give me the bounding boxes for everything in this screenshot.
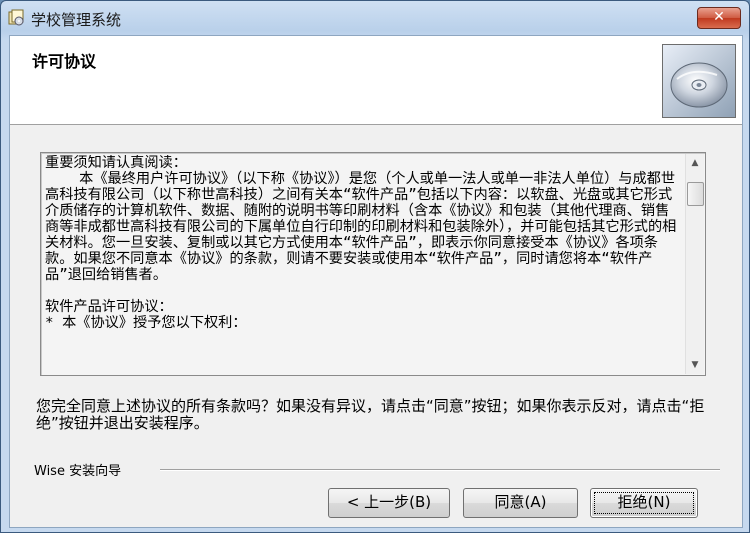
window-title: 学校管理系统 <box>31 11 122 29</box>
scroll-thumb[interactable] <box>687 182 704 206</box>
back-button[interactable]: < 上一步(B) <box>328 488 450 518</box>
reject-button[interactable]: 拒绝(N) <box>590 488 698 518</box>
back-button-label: < 上一步(B) <box>346 493 432 511</box>
dialog-body: 许可协议 重要须知请认真阅读： 本《最终用户许可协议》（以下称《协议》）是您（个… <box>9 35 743 528</box>
agree-button[interactable]: 同意(A) <box>463 488 578 518</box>
agree-button-label: 同意(A) <box>494 493 547 511</box>
license-textbox[interactable]: 重要须知请认真阅读： 本《最终用户许可协议》（以下称《协议》）是您（个人或单一法… <box>40 152 706 376</box>
focus-ring <box>594 492 694 514</box>
close-button[interactable]: ✕ <box>697 7 741 29</box>
title-bar[interactable]: 学校管理系统 ✕ <box>1 1 749 35</box>
footer-divider <box>160 469 720 471</box>
license-text: 重要须知请认真阅读： 本《最终用户许可协议》（以下称《协议》）是您（个人或单一法… <box>45 155 677 331</box>
scroll-down-icon[interactable]: ▼ <box>686 356 704 374</box>
page-title: 许可协议 <box>32 52 97 71</box>
installer-window: 学校管理系统 ✕ 许可协议 重要须知请认真阅读： 本《最终用户许可协议》（以下称… <box>0 0 750 533</box>
license-scrollbar[interactable]: ▲ ▼ <box>685 154 704 374</box>
scroll-up-icon[interactable]: ▲ <box>686 154 704 172</box>
header-panel: 许可协议 <box>10 36 742 125</box>
close-icon: ✕ <box>713 9 725 25</box>
cd-disc-icon <box>662 44 736 118</box>
wizard-label: Wise 安装向导 <box>34 460 126 479</box>
app-icon <box>8 9 24 26</box>
agreement-question: 您完全同意上述协议的所有条款吗？如果没有异议，请点击“同意”按钮；如果你表示反对… <box>36 397 705 432</box>
